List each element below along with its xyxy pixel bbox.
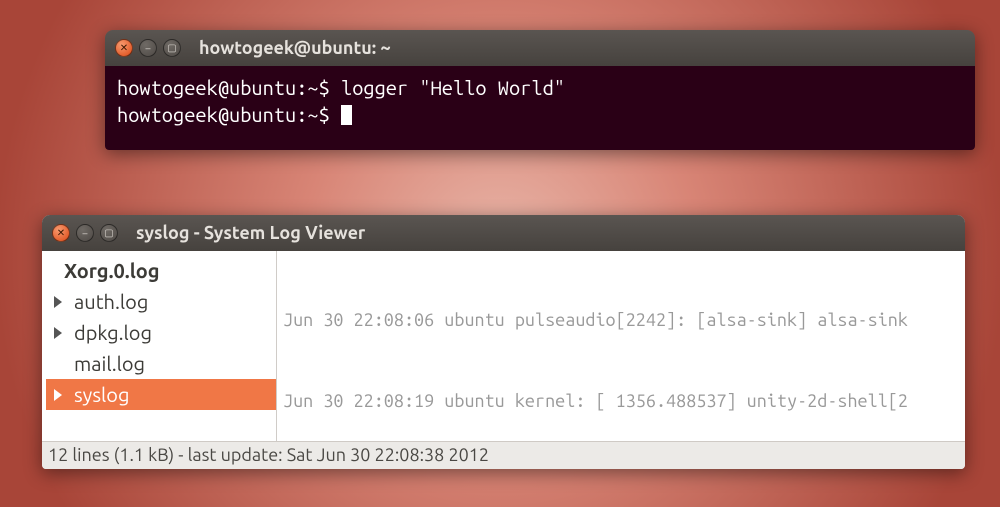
terminal-titlebar[interactable]: ✕ – ▢ howtogeek@ubuntu: ~ [105,30,975,66]
terminal-command: logger "Hello World" [341,76,565,99]
terminal-line-1: howtogeek@ubuntu:~$ logger "Hello World" [117,74,963,101]
log-row: Jun 30 22:08:19 ubuntu kernel: [ 1356.48… [283,388,965,415]
log-pane[interactable]: Jun 30 22:08:06 ubuntu pulseaudio[2242]:… [277,251,965,441]
sidebar-item-mail[interactable]: mail.log [46,348,276,379]
log-text: Jun 30 22:08:19 ubuntu kernel: [ 1356.48… [283,391,908,411]
minimize-icon[interactable]: – [139,39,157,57]
sidebar-item-label: Xorg.0.log [64,259,160,282]
sidebar-item-auth[interactable]: auth.log [46,286,276,317]
sidebar-item-label: auth.log [74,290,148,313]
logviewer-content: Xorg.0.log auth.log dpkg.log mail.log sy… [42,251,965,441]
sidebar-item-dpkg[interactable]: dpkg.log [46,317,276,348]
maximize-icon[interactable]: ▢ [100,224,118,242]
log-text: Jun 30 22:08:06 ubuntu pulseaudio[2242]:… [283,310,908,330]
close-icon[interactable]: ✕ [52,224,70,242]
sidebar-item-label: mail.log [74,352,145,375]
minimize-icon[interactable]: – [76,224,94,242]
chevron-right-icon [54,296,62,308]
sidebar-item-syslog[interactable]: syslog [46,379,276,410]
sidebar-item-xorg[interactable]: Xorg.0.log [46,255,276,286]
terminal-prompt: howtogeek@ubuntu:~$ [117,76,341,99]
status-text: 12 lines (1.1 kB) - last update: Sat Jun… [48,445,489,465]
maximize-icon[interactable]: ▢ [163,39,181,57]
log-row: Jun 30 22:08:06 ubuntu pulseaudio[2242]:… [283,307,965,334]
logviewer-title: syslog - System Log Viewer [136,223,365,243]
chevron-right-icon [54,389,62,401]
terminal-prompt: howtogeek@ubuntu:~$ [117,103,341,126]
log-sidebar: Xorg.0.log auth.log dpkg.log mail.log sy… [42,251,277,441]
chevron-right-icon [54,327,62,339]
terminal-window: ✕ – ▢ howtogeek@ubuntu: ~ howtogeek@ubun… [105,30,975,150]
terminal-title: howtogeek@ubuntu: ~ [199,38,391,58]
logviewer-titlebar[interactable]: ✕ – ▢ syslog - System Log Viewer [42,215,965,251]
terminal-body[interactable]: howtogeek@ubuntu:~$ logger "Hello World"… [105,66,975,150]
statusbar: 12 lines (1.1 kB) - last update: Sat Jun… [42,441,965,469]
cursor-icon [341,105,352,125]
sidebar-item-label: dpkg.log [74,321,152,344]
logviewer-window: ✕ – ▢ syslog - System Log Viewer Xorg.0.… [42,215,965,469]
close-icon[interactable]: ✕ [115,39,133,57]
terminal-line-2: howtogeek@ubuntu:~$ [117,101,963,128]
sidebar-item-label: syslog [74,383,129,406]
